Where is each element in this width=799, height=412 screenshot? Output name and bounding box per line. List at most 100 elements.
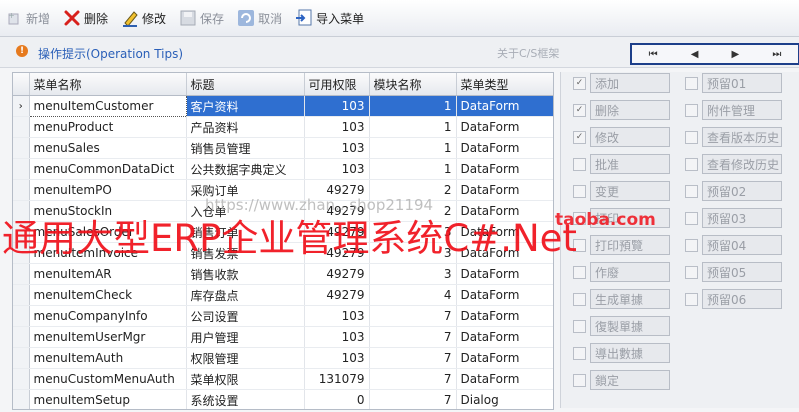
delete-button[interactable]: 删除 [58,4,113,32]
permission-item[interactable]: 预留02 [685,181,782,201]
cell-menu-type[interactable]: DataForm [456,368,553,390]
cell-module[interactable]: 7 [369,368,457,390]
cell-module[interactable]: 1 [369,158,457,180]
row-indicator[interactable] [13,158,30,180]
permission-item[interactable]: ✓ 修改 [573,127,670,147]
cell-menu-name[interactable]: menuCustomMenuAuth [29,368,187,390]
permission-checkbox[interactable] [573,346,586,360]
permission-item[interactable]: 生成單據 [573,289,670,309]
permission-checkbox[interactable] [685,157,698,171]
menu-grid[interactable]: 菜单名称 标题 可用权限 模块名称 菜单类型 › menuItemCustomer… [12,72,554,410]
table-row[interactable]: menuItemInvoice 销售发票 49279 3 DataForm [13,242,553,264]
permission-checkbox[interactable] [573,265,586,279]
cell-menu-type[interactable]: DataForm [456,326,553,348]
cell-title[interactable]: 系统设置 [186,389,305,409]
cell-permission[interactable]: 103 [304,305,370,327]
cell-title[interactable]: 采购订单 [186,179,305,201]
cell-permission[interactable]: 103 [304,95,370,117]
permission-checkbox[interactable] [573,157,586,171]
cell-menu-name[interactable]: menuStockIn [29,200,187,222]
row-indicator[interactable] [13,305,30,327]
cell-title[interactable]: 权限管理 [186,347,305,369]
row-indicator[interactable] [13,200,30,222]
permission-checkbox[interactable] [573,238,586,252]
permission-checkbox[interactable] [685,265,698,279]
table-row[interactable]: menuStockIn 入仓单 49279 2 DataForm [13,200,553,222]
first-record-icon[interactable]: ⏮ [649,49,658,60]
cell-menu-name[interactable]: menuSales [29,137,187,159]
cell-module[interactable]: 3 [369,242,457,264]
cell-menu-type[interactable]: DataForm [456,116,553,138]
permission-item[interactable]: 预留06 [685,289,782,309]
cell-menu-type[interactable]: DataForm [456,263,553,285]
cell-menu-type[interactable]: DataForm [456,305,553,327]
permission-checkbox[interactable] [685,130,698,144]
permission-item[interactable]: 变更 [573,181,670,201]
table-row[interactable]: menuItemPO 采购订单 49279 2 DataForm [13,179,553,201]
permission-item[interactable]: 批准 [573,154,670,174]
cell-module[interactable]: 3 [369,263,457,285]
table-row[interactable]: menuItemCheck 库存盘点 49279 4 DataForm [13,284,553,306]
cell-permission[interactable]: 49279 [304,221,370,243]
row-indicator[interactable] [13,368,30,390]
column-header-module[interactable]: 模块名称 [369,73,457,96]
permission-checkbox[interactable] [685,184,698,198]
cell-module[interactable]: 1 [369,95,457,117]
row-indicator[interactable] [13,326,30,348]
row-indicator[interactable] [13,179,30,201]
table-row[interactable]: menuSalesOrder 销售订单 49279 3 DataForm [13,221,553,243]
permission-item[interactable]: 预留04 [685,235,782,255]
permission-checkbox[interactable] [573,292,586,306]
cell-title[interactable]: 入仓单 [186,200,305,222]
cell-title[interactable]: 产品资料 [186,116,305,138]
column-header-permission[interactable]: 可用权限 [304,73,370,96]
permission-checkbox[interactable] [685,238,698,252]
permission-checkbox[interactable] [685,211,698,225]
permission-checkbox[interactable]: ✓ [573,103,586,117]
table-row[interactable]: menuItemAR 销售收款 49279 3 DataForm [13,263,553,285]
table-row[interactable]: menuProduct 产品资料 103 1 DataForm [13,116,553,138]
permission-item[interactable]: 鎖定 [573,370,670,390]
cell-permission[interactable]: 103 [304,347,370,369]
table-row[interactable]: menuSales 销售员管理 103 1 DataForm [13,137,553,159]
permission-item[interactable]: 查看版本历史 [685,127,782,147]
cell-module[interactable]: 4 [369,284,457,306]
cell-title[interactable]: 客户资料 [186,95,305,117]
cell-title[interactable]: 销售收款 [186,263,305,285]
permission-item[interactable]: 预留03 [685,208,782,228]
operation-tips-link[interactable]: 操作提示(Operation Tips) [38,45,183,62]
cell-module[interactable]: 7 [369,305,457,327]
table-row[interactable]: menuItemAuth 权限管理 103 7 DataForm [13,347,553,369]
cell-menu-type[interactable]: DataForm [456,179,553,201]
permission-item[interactable]: 導出數據 [573,343,670,363]
cell-permission[interactable]: 49279 [304,200,370,222]
permission-item[interactable]: 復製單據 [573,316,670,336]
column-header-menu-name[interactable]: 菜单名称 [29,73,187,96]
cell-module[interactable]: 1 [369,137,457,159]
last-record-icon[interactable]: ⏭ [772,49,781,60]
row-indicator[interactable] [13,263,30,285]
cell-menu-name[interactable]: menuCommonDataDict [29,158,187,180]
cell-module[interactable]: 7 [369,347,457,369]
cell-permission[interactable]: 49279 [304,242,370,264]
cell-menu-name[interactable]: menuItemAR [29,263,187,285]
import-menu-button[interactable]: 导入菜单 [290,4,369,32]
cell-menu-type[interactable]: DataForm [456,137,553,159]
cell-title[interactable]: 库存盘点 [186,284,305,306]
permission-item[interactable]: 作廢 [573,262,670,282]
row-indicator[interactable] [13,284,30,306]
cell-menu-name[interactable]: menuItemCustomer [28,95,187,117]
permission-checkbox[interactable] [573,373,586,387]
cell-permission[interactable]: 103 [304,326,370,348]
permission-checkbox[interactable] [685,292,698,306]
permission-checkbox[interactable] [573,184,586,198]
permission-item[interactable]: 打印 [573,208,670,228]
cell-permission[interactable]: 103 [304,116,370,138]
table-row[interactable]: menuCommonDataDict 公共数据字典定义 103 1 DataForm [13,158,553,180]
cell-title[interactable]: 用户管理 [186,326,305,348]
permission-item[interactable]: 打印預覽 [573,235,670,255]
permission-checkbox[interactable]: ✓ [573,76,586,90]
permission-checkbox[interactable] [573,319,586,333]
edit-button[interactable]: 修改 [116,4,171,32]
permission-checkbox[interactable] [685,76,698,90]
